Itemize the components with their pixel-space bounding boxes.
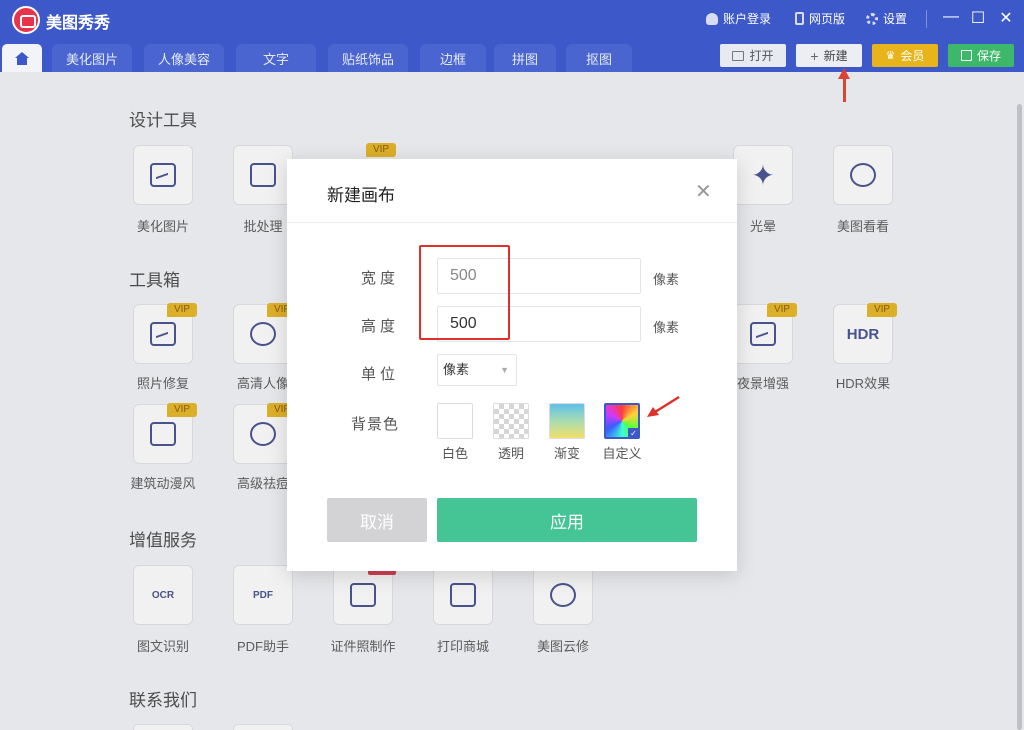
bg-gradient-swatch[interactable]	[549, 403, 585, 439]
bg-custom-label: 自定义	[602, 446, 642, 461]
tab-stickers[interactable]: 贴纸饰品	[328, 44, 408, 72]
open-label: 打开	[749, 49, 774, 63]
dialog-header: 新建画布 ✕	[287, 159, 737, 223]
titlebar-divider	[926, 10, 927, 28]
web-version-label: 网页版	[809, 12, 846, 26]
bg-white-label: 白色	[441, 446, 468, 461]
new-label: 新建	[823, 49, 848, 63]
web-version-link[interactable]: 网页版	[795, 10, 845, 27]
tab-beautify[interactable]: 美化图片	[52, 44, 132, 72]
title-bar: 美图秀秀 账户登录 网页版 设置 — ☐ ✕	[0, 0, 1024, 40]
annotation-highlight-box	[419, 245, 510, 340]
apply-button[interactable]: 应用	[437, 498, 697, 542]
height-unit: 像素	[653, 320, 680, 335]
open-button[interactable]: 打开	[720, 44, 786, 67]
tab-collage[interactable]: 拼图	[494, 44, 556, 72]
gear-icon	[866, 12, 878, 25]
bg-color-label: 背景色	[350, 416, 399, 433]
settings-link[interactable]: 设置	[866, 10, 907, 27]
tab-text[interactable]: 文字	[236, 44, 316, 72]
chevron-down-icon: ▼	[500, 365, 509, 375]
save-label: 保存	[976, 49, 1001, 63]
width-unit: 像素	[653, 272, 680, 287]
tab-portrait[interactable]: 人像美容	[144, 44, 224, 72]
close-window-icon[interactable]: ✕	[996, 8, 1016, 28]
settings-label: 设置	[883, 12, 908, 26]
vip-button[interactable]: ♛ 会员	[872, 44, 938, 67]
annotation-arrow-diag	[647, 395, 680, 417]
bg-white-swatch[interactable]	[437, 403, 473, 439]
app-logo-icon	[12, 6, 40, 34]
app-title: 美图秀秀	[46, 15, 111, 32]
cancel-button[interactable]: 取消	[327, 498, 427, 542]
save-button[interactable]: 保存	[948, 44, 1014, 67]
crown-icon: ♛	[885, 50, 896, 62]
height-label: 高度	[360, 318, 399, 335]
minimize-icon[interactable]: —	[941, 8, 961, 26]
bg-custom-swatch[interactable]	[604, 403, 640, 439]
unit-label: 单位	[360, 366, 399, 383]
bg-gradient-label: 渐变	[553, 446, 580, 461]
account-login-label: 账户登录	[723, 12, 772, 26]
tab-border[interactable]: 边框	[420, 44, 486, 72]
bg-transparent-label: 透明	[497, 446, 524, 461]
new-button[interactable]: + 新建	[796, 44, 862, 67]
vip-label: 会员	[900, 49, 925, 63]
phone-icon	[795, 12, 804, 25]
dialog-title: 新建画布	[327, 186, 395, 205]
export-icon	[960, 50, 972, 61]
maximize-icon[interactable]: ☐	[968, 8, 988, 28]
tab-cutout[interactable]: 抠图	[566, 44, 632, 72]
image-icon	[732, 50, 745, 61]
new-canvas-dialog: 新建画布 ✕ 宽度 500 像素 高度 500 像素 单位 像素 ▼ 背景色 白…	[287, 159, 737, 571]
plus-icon: +	[810, 47, 819, 64]
tab-bar: 美化图片 人像美容 文字 贴纸饰品 边框 拼图 抠图	[0, 40, 1024, 72]
account-login-link[interactable]: 账户登录	[706, 10, 771, 27]
width-label: 宽度	[360, 270, 399, 287]
close-icon[interactable]: ✕	[695, 179, 712, 204]
tab-home[interactable]	[2, 44, 42, 72]
bg-transparent-swatch[interactable]	[493, 403, 529, 439]
unit-select[interactable]: 像素 ▼	[437, 354, 517, 386]
unit-select-value: 像素	[443, 362, 470, 377]
user-icon	[706, 12, 718, 25]
home-icon	[15, 51, 29, 65]
